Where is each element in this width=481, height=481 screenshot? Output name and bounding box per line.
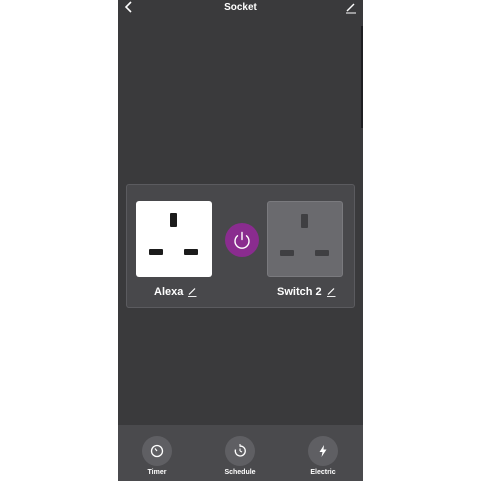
socket-alexa[interactable] [136,201,212,277]
tab-label: Timer [147,469,167,476]
neutral-pin [184,249,198,255]
timer-button[interactable] [142,436,172,466]
earth-pin [170,213,177,227]
top-bar: Socket [118,0,363,16]
pencil-icon[interactable] [326,287,336,297]
page-title: Socket [224,2,257,13]
schedule-button[interactable] [225,436,255,466]
live-pin [280,250,294,256]
socket-label: Switch 2 [277,286,322,298]
schedule-icon [234,444,246,457]
socket-label-row-alexa: Alexa [154,286,197,298]
socket-label: Alexa [154,286,184,298]
scrollbar[interactable] [361,26,363,128]
tab-electric[interactable]: Electric [293,436,353,476]
tab-label: Electric [310,469,336,476]
electric-button[interactable] [308,436,338,466]
socket-switch-2[interactable] [267,201,343,277]
power-button[interactable] [225,223,259,257]
neutral-pin [315,250,329,256]
tab-label: Schedule [224,469,256,476]
live-pin [149,249,163,255]
edit-device-button[interactable] [345,1,357,14]
timer-icon [150,444,164,458]
tab-schedule[interactable]: Schedule [210,436,270,476]
tab-timer[interactable]: Timer [127,436,187,476]
pencil-icon [346,3,356,14]
earth-pin [301,214,308,228]
pencil-icon[interactable] [187,287,197,297]
power-icon [234,231,250,249]
app-screen: Socket Alexa Switch 2 Timer Schedule Ele… [118,0,363,481]
bottom-tab-bar: Timer Schedule Electric [118,425,363,481]
lightning-icon [319,445,327,457]
socket-label-row-switch-2: Switch 2 [277,286,336,298]
socket-panel: Alexa Switch 2 [126,184,355,308]
